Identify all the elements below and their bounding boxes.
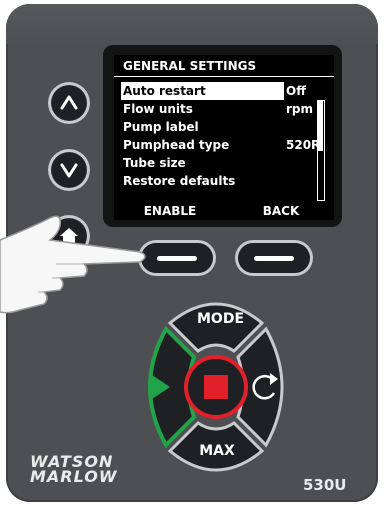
softkey-bar-icon — [254, 255, 294, 261]
brand-logo: WATSON MARLOW — [30, 454, 118, 486]
brand-line-2: MARLOW — [30, 467, 118, 486]
stop-icon — [204, 375, 228, 399]
menu-item-label: Flow units — [123, 102, 193, 116]
panel-top-highlight — [6, 4, 378, 44]
menu-item-value: Off — [286, 84, 306, 98]
pointing-hand-illustration — [0, 215, 146, 314]
menu-item-label: Pump label — [123, 120, 199, 134]
up-button[interactable] — [48, 82, 90, 124]
menu-item-restore-defaults[interactable]: Restore defaults — [114, 172, 314, 190]
menu-item-tube-size[interactable]: Tube size — [114, 154, 314, 172]
menu-item-label: Pumphead type — [123, 138, 230, 152]
menu-item-flow-units[interactable]: Flow units rpm — [114, 100, 314, 118]
menu-scrollbar[interactable] — [317, 100, 325, 201]
chevron-down-icon — [60, 163, 78, 178]
softkey-label-right: BACK — [262, 204, 300, 218]
menu-item-label: Restore defaults — [123, 174, 236, 188]
model-number: 530U — [303, 476, 347, 494]
softkey-bar-icon — [157, 255, 197, 261]
scrollbar-thumb[interactable] — [318, 101, 323, 151]
mode-label: MODE — [197, 311, 245, 327]
max-label: MAX — [199, 443, 235, 459]
menu-item-pump-label[interactable]: Pump label — [114, 118, 314, 136]
chevron-up-icon — [60, 95, 78, 110]
menu-item-pumphead-type[interactable]: Pumphead type 520R — [114, 136, 320, 154]
menu-item-label: Auto restart — [121, 82, 284, 100]
screen-title: GENERAL SETTINGS — [114, 55, 334, 77]
display-screen: GENERAL SETTINGS Auto restart Off Flow u… — [114, 55, 334, 220]
menu-item-label: Tube size — [123, 156, 186, 170]
down-button[interactable] — [48, 149, 90, 191]
menu-item-auto-restart[interactable]: Auto restart Off — [114, 82, 314, 100]
softkey-right-button[interactable] — [235, 240, 313, 276]
